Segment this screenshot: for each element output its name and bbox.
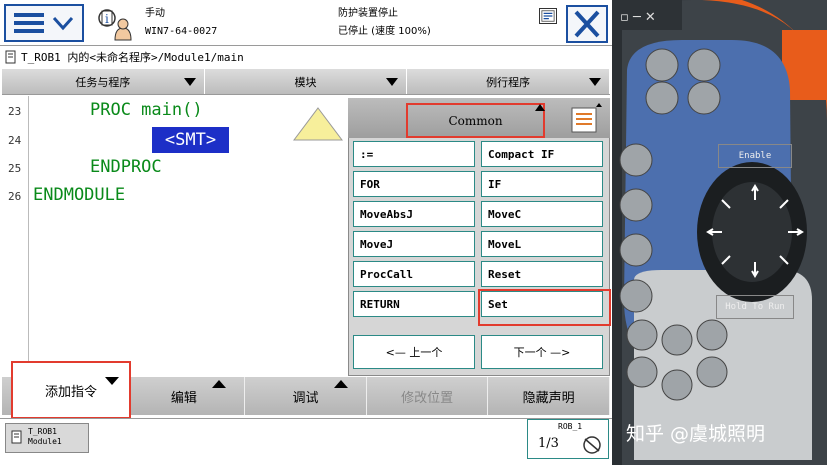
instruction-compact-if[interactable]: Compact IF xyxy=(481,141,603,167)
svg-text:▫ ─ ✕: ▫ ─ ✕ xyxy=(620,10,656,25)
hamburger-icon xyxy=(14,13,44,33)
program-icon xyxy=(5,50,16,64)
robot-name: ROB_1 xyxy=(558,422,583,431)
line-number: 24 xyxy=(8,134,22,147)
line-number: 23 xyxy=(8,105,22,118)
scroll-up-triangle-icon[interactable] xyxy=(292,106,344,142)
instruction-return[interactable]: RETURN xyxy=(353,291,475,317)
code-line[interactable]: PROC main() xyxy=(90,100,203,120)
debug-button[interactable]: 调试 xyxy=(245,377,367,415)
main-menu-button[interactable] xyxy=(4,4,84,42)
chevron-down-icon xyxy=(52,16,74,31)
add-instruction-button[interactable]: 添加指令 xyxy=(11,361,131,419)
no-speed-icon xyxy=(583,436,601,454)
enable-label: Enable xyxy=(718,144,792,168)
event-log-icon[interactable] xyxy=(539,8,557,24)
triangle-down-icon xyxy=(105,377,119,385)
triangle-up-icon xyxy=(333,380,348,388)
line-number: 26 xyxy=(8,190,22,203)
line-number-gutter: 23 24 25 26 xyxy=(2,96,29,376)
instruction-proccall[interactable]: ProcCall xyxy=(353,261,475,287)
tab-tasks-programs[interactable]: 任务与程序 xyxy=(2,69,205,94)
instruction-assign[interactable]: := xyxy=(353,141,475,167)
code-line[interactable]: ENDMODULE xyxy=(33,185,125,205)
instruction-movej[interactable]: MoveJ xyxy=(353,231,475,257)
close-icon xyxy=(574,10,600,38)
instruction-moveabsj[interactable]: MoveAbsJ xyxy=(353,201,475,227)
previous-page-button[interactable]: <— 上一个 xyxy=(353,335,475,369)
instruction-if[interactable]: IF xyxy=(481,171,603,197)
code-line[interactable]: ENDPROC xyxy=(90,157,162,177)
task-chip[interactable]: T_ROB1 Module1 xyxy=(5,423,89,453)
svg-text:i: i xyxy=(105,12,109,26)
run-status: 已停止 (速度 100%) xyxy=(338,26,431,37)
line-number: 25 xyxy=(8,162,22,175)
triangle-up-icon xyxy=(535,104,545,111)
quickset-button[interactable]: ROB_1 1/3 xyxy=(527,419,609,459)
instruction-for[interactable]: FOR xyxy=(353,171,475,197)
controller-name: WIN7-64-0027 xyxy=(145,26,218,37)
flexpendant-hardware: ▫ ─ ✕ xyxy=(612,0,827,465)
task-fraction: 1/3 xyxy=(538,436,559,451)
instruction-list-icon[interactable] xyxy=(568,103,604,135)
instruction-reset[interactable]: Reset xyxy=(481,261,603,287)
hold-to-run-label: Hold To Run xyxy=(716,295,794,319)
watermark: 知乎 @虞城照明 xyxy=(626,422,766,445)
next-page-button[interactable]: 下一个 —> xyxy=(481,335,603,369)
operating-mode: 手动 xyxy=(145,8,165,19)
edit-button[interactable]: 编辑 xyxy=(124,377,246,415)
safety-status: 防护装置停止 xyxy=(338,8,398,19)
editor-tab-bar: 任务与程序 模块 例行程序 xyxy=(2,69,611,95)
breadcrumb: T_ROB1 内的<未命名程序>/Module1/main xyxy=(0,46,615,68)
close-button[interactable] xyxy=(566,5,608,43)
triangle-up-icon xyxy=(212,380,227,388)
chevron-down-icon xyxy=(183,78,196,86)
user-info-icon[interactable]: i xyxy=(93,6,133,42)
program-icon xyxy=(11,430,22,444)
tab-modules[interactable]: 模块 xyxy=(204,69,408,94)
modify-position-button[interactable]: 修改位置 xyxy=(367,377,489,415)
task-bar xyxy=(0,418,615,465)
smt-placeholder[interactable]: <SMT> xyxy=(152,127,229,153)
chevron-down-icon xyxy=(589,78,602,86)
highlight-frame xyxy=(478,289,611,326)
hide-declarations-button[interactable]: 隐藏声明 xyxy=(488,377,610,415)
program-path: T_ROB1 内的<未命名程序>/Module1/main xyxy=(21,51,244,64)
instruction-movec[interactable]: MoveC xyxy=(481,201,603,227)
tab-routines[interactable]: 例行程序 xyxy=(407,69,611,94)
instruction-category-button[interactable]: Common xyxy=(406,103,545,138)
chevron-down-icon xyxy=(386,78,399,86)
instruction-movel[interactable]: MoveL xyxy=(481,231,603,257)
